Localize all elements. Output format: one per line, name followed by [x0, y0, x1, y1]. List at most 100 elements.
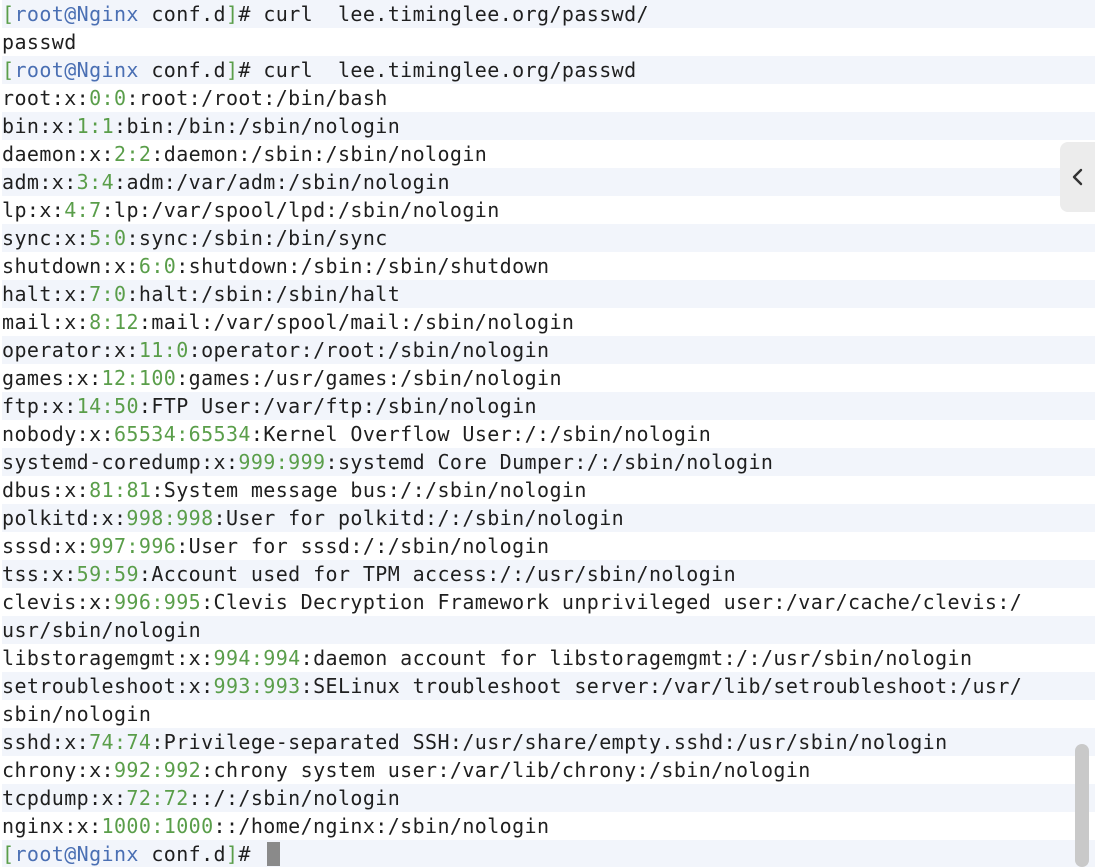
passwd-entry-line: clevis:x:996:995:Clevis Decryption Frame… — [2, 590, 1023, 614]
passwd-entry-continuation: usr/sbin/nologin — [2, 616, 1095, 644]
terminal-output[interactable]: [root@Nginx conf.d]# curl lee.timinglee.… — [0, 0, 1095, 867]
prompt-bracket-close: ] — [225, 2, 239, 26]
passwd-fields: :shutdown:/sbin:/sbin/shutdown — [176, 254, 550, 278]
side-panel-toggle[interactable] — [1060, 142, 1095, 212]
passwd-uid: 81 — [89, 478, 114, 502]
passwd-username: ftp — [2, 394, 40, 418]
passwd-entry-line: polkitd:x:998:998:User for polkitd:/:/sb… — [2, 504, 1095, 532]
passwd-fields: :sync:/sbin:/bin/sync — [126, 226, 388, 250]
passwd-gid: 992 — [163, 758, 202, 782]
prompt-user-host: root@Nginx — [14, 2, 139, 26]
passwd-entry-line: adm:x:3:4:adm:/var/adm:/sbin/nologin — [2, 168, 1095, 196]
output-line: passwd — [2, 28, 1095, 56]
prompt-bracket-open: [ — [2, 2, 15, 26]
passwd-entry-line: mail:x:8:12:mail:/var/spool/mail:/sbin/n… — [2, 310, 575, 334]
passwd-username: lp — [2, 198, 27, 222]
passwd-uid: 994 — [213, 646, 251, 670]
passwd-entry-line: ftp:x:14:50:FTP User:/var/ftp:/sbin/nolo… — [2, 392, 1095, 420]
passwd-entry-line: halt:x:7:0:halt:/sbin:/sbin/halt — [2, 280, 1095, 308]
prompt-line: [root@Nginx conf.d]# curl lee.timinglee.… — [2, 56, 1095, 84]
passwd-entry-line: bin:x:1:1:bin:/bin:/sbin/nologin — [2, 112, 1095, 140]
passwd-username: adm — [2, 170, 40, 194]
passwd-fields: :bin:/bin:/sbin/nologin — [114, 114, 401, 138]
prompt-directory: conf.d — [138, 58, 226, 82]
text-cursor — [267, 842, 281, 866]
passwd-fields: :operator:/root:/sbin/nologin — [188, 338, 550, 362]
prompt-bracket-close: ] — [225, 58, 239, 82]
passwd-uid: 0 — [89, 86, 102, 110]
passwd-username: root — [2, 86, 52, 110]
passwd-entry-line: lp:x:4:7:lp:/var/spool/lpd:/sbin/nologin — [2, 198, 500, 222]
passwd-username: halt — [2, 282, 52, 306]
passwd-fields: ::/home/nginx:/sbin/nologin — [213, 814, 550, 838]
prompt-line: [root@Nginx conf.d]# — [2, 840, 1095, 867]
passwd-uid: 3 — [76, 170, 90, 194]
passwd-gid: 81 — [126, 478, 152, 502]
passwd-gid: 50 — [114, 394, 139, 418]
passwd-fields-wrapped: sbin/nologin — [2, 702, 152, 726]
prompt-symbol: # — [238, 2, 264, 26]
passwd-username: tcpdump — [2, 786, 90, 810]
passwd-gid: 4 — [101, 170, 115, 194]
passwd-gid: 74 — [126, 730, 152, 754]
passwd-username: nobody — [2, 422, 77, 446]
passwd-fields: :User for polkitd:/:/sbin/nologin — [213, 506, 625, 530]
passwd-fields: :Clevis Decryption Framework unprivilege… — [201, 590, 1023, 614]
passwd-entry-line: tcpdump:x:72:72::/:/sbin/nologin — [2, 784, 1095, 812]
passwd-username: chrony — [2, 758, 77, 782]
passwd-fields: ::/:/sbin/nologin — [188, 786, 401, 810]
passwd-fields: :FTP User:/var/ftp:/sbin/nologin — [138, 394, 538, 418]
passwd-entry-line: operator:x:11:0:operator:/root:/sbin/nol… — [2, 336, 1095, 364]
passwd-uid: 1 — [76, 114, 90, 138]
passwd-username: operator — [2, 338, 102, 362]
vertical-scrollbar-thumb[interactable] — [1075, 744, 1089, 867]
passwd-gid: 0 — [114, 86, 127, 110]
passwd-entry-line: sssd:x:997:996:User for sssd:/:/sbin/nol… — [2, 534, 550, 558]
passwd-uid: 992 — [113, 758, 152, 782]
passwd-gid: 996 — [138, 534, 177, 558]
passwd-fields: :root:/root:/bin/bash — [126, 86, 388, 110]
passwd-uid: 4 — [64, 198, 77, 222]
passwd-uid: 11 — [138, 338, 164, 362]
passwd-fields: :chrony system user:/var/lib/chrony:/sbi… — [201, 758, 811, 782]
passwd-uid: 996 — [113, 590, 152, 614]
passwd-gid: 1000 — [163, 814, 214, 838]
passwd-uid: 1000 — [101, 814, 152, 838]
passwd-username: libstoragemgmt — [2, 646, 177, 670]
passwd-username: sync — [2, 226, 52, 250]
passwd-uid: 74 — [89, 730, 114, 754]
prompt-user-host: root@Nginx — [14, 58, 139, 82]
passwd-uid: 993 — [213, 674, 251, 698]
passwd-fields: :lp:/var/spool/lpd:/sbin/nologin — [101, 198, 500, 222]
passwd-uid: 999 — [238, 450, 276, 474]
prompt-user-host: root@Nginx — [14, 842, 139, 866]
passwd-uid: 12 — [101, 366, 127, 390]
passwd-gid: 0 — [114, 226, 127, 250]
passwd-entry-line: root:x:0:0:root:/root:/bin/bash — [2, 86, 388, 110]
passwd-username: systemd-coredump — [2, 450, 202, 474]
passwd-gid: 12 — [114, 310, 139, 334]
passwd-username: shutdown — [2, 254, 102, 278]
passwd-entry-line: chrony:x:992:992:chrony system user:/var… — [2, 758, 811, 782]
prompt-line: [root@Nginx conf.d]# curl lee.timinglee.… — [2, 0, 1095, 28]
prompt-directory: conf.d — [138, 2, 226, 26]
passwd-entry-line: sshd:x:74:74:Privilege-separated SSH:/us… — [2, 728, 1095, 756]
passwd-gid: 0 — [114, 282, 127, 306]
passwd-uid: 7 — [89, 282, 102, 306]
passwd-fields: :daemon account for libstoragemgmt:/:/us… — [300, 646, 973, 670]
chevron-left-icon — [1072, 168, 1082, 186]
prompt-symbol: # — [238, 58, 264, 82]
command-text: curl lee.timinglee.org/passwd/ — [263, 2, 649, 26]
passwd-entry-line: libstoragemgmt:x:994:994:daemon account … — [2, 646, 973, 670]
passwd-gid: 7 — [89, 198, 102, 222]
passwd-fields: :Kernel Overflow User:/:/sbin/nologin — [250, 422, 712, 446]
passwd-fields: :systemd Core Dumper:/:/sbin/nologin — [325, 450, 774, 474]
passwd-fields-wrapped: usr/sbin/nologin — [2, 618, 202, 642]
passwd-fields: :daemon:/sbin:/sbin/nologin — [151, 142, 488, 166]
passwd-uid: 2 — [113, 142, 127, 166]
passwd-fields: :Privilege-separated SSH:/usr/share/empt… — [151, 730, 948, 754]
command-text: curl lee.timinglee.org/passwd — [263, 58, 637, 82]
passwd-fields: :halt:/sbin:/sbin/halt — [126, 282, 401, 306]
passwd-entry-line: dbus:x:81:81:System message bus:/:/sbin/… — [2, 478, 587, 502]
passwd-entry-line: tss:x:59:59:Account used for TPM access:… — [2, 560, 1095, 588]
